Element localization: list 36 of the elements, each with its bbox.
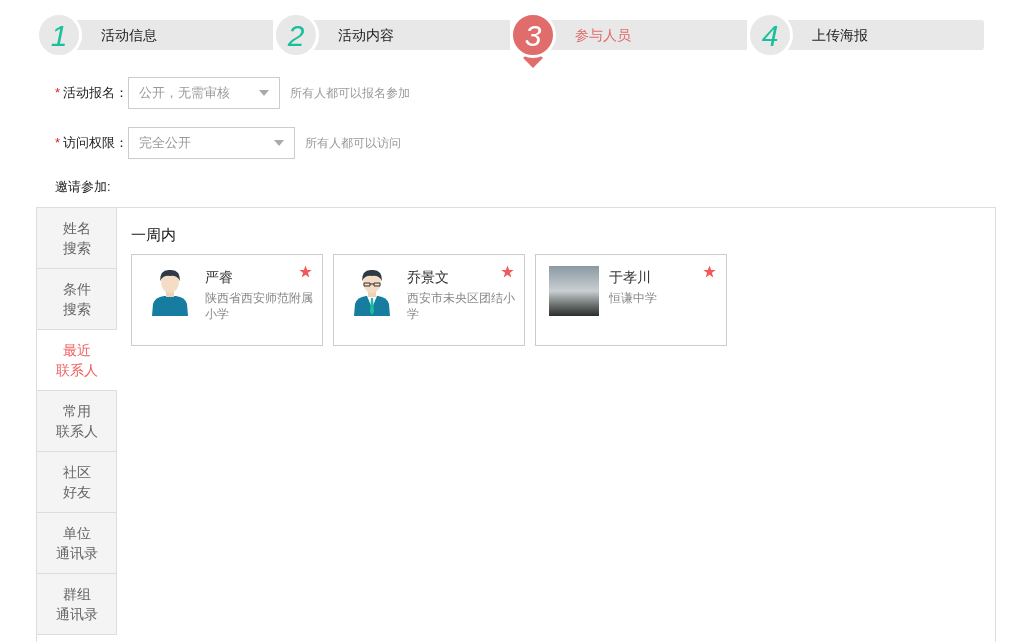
select-field[interactable]: 完全公开: [128, 127, 296, 159]
required-mark: *: [55, 134, 61, 153]
step-label: 活动信息: [101, 25, 157, 45]
side-tab[interactable]: 条件 搜索: [37, 268, 117, 330]
contact-name: 于孝川: [609, 268, 651, 287]
section-title: 一周内: [131, 224, 176, 245]
star-icon[interactable]: [703, 265, 716, 278]
contact-card[interactable]: 乔景文 西安市未央区团结小学: [333, 254, 525, 346]
contact-org: 恒谦中学: [609, 290, 658, 306]
step-label: 参与人员: [575, 25, 631, 45]
side-tab[interactable]: 常用 联系人: [37, 390, 117, 452]
side-tab[interactable]: 单位 通讯录: [37, 512, 117, 574]
star-icon[interactable]: [299, 265, 312, 278]
field-label: 访问权限：: [63, 134, 129, 153]
step-number[interactable]: 3: [510, 12, 556, 58]
contact-name: 严睿: [205, 268, 233, 287]
caret-icon: [259, 90, 270, 96]
contact-name: 乔景文: [407, 268, 449, 287]
invite-label: 邀请参加:: [55, 178, 111, 196]
photo-placeholder: [549, 266, 599, 316]
side-tab[interactable]: 姓名 搜索: [37, 207, 117, 269]
contact-org: 西安市未央区团结小学: [407, 290, 516, 322]
select-field[interactable]: 公开，无需审核: [128, 77, 281, 109]
step-label: 上传海报: [812, 25, 868, 45]
side-tab[interactable]: 社区 好友: [37, 451, 117, 513]
contact-org: 陕西省西安师范附属小学: [205, 290, 314, 322]
contact-card[interactable]: 于孝川 恒谦中学: [535, 254, 727, 346]
field-hint: 所有人都可以访问: [305, 135, 402, 152]
required-mark: *: [55, 84, 61, 103]
step-label: 活动内容: [338, 25, 394, 45]
side-tab[interactable]: 群组 通讯录: [37, 573, 117, 635]
contact-card[interactable]: 严睿 陕西省西安师范附属小学: [131, 254, 323, 346]
caret-icon: [274, 140, 285, 146]
field-label: 活动报名：: [63, 84, 129, 103]
star-icon[interactable]: [501, 265, 514, 278]
field-hint: 所有人都可以报名参加: [290, 85, 411, 102]
